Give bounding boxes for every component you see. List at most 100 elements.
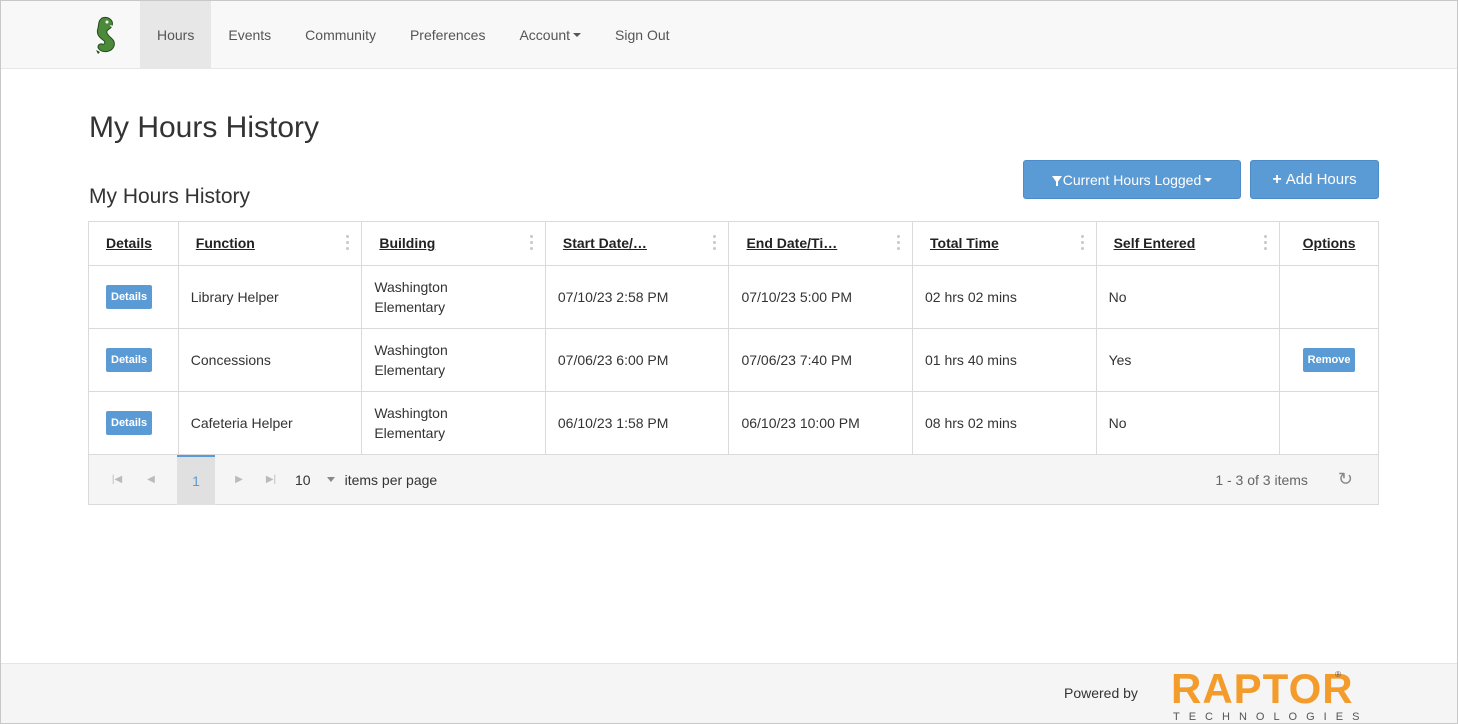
page-size-label: items per page: [344, 471, 438, 488]
cell-end-date: 06/10/23 10:00 PM: [728, 391, 914, 455]
cell-function: Cafeteria Helper: [178, 391, 363, 455]
column-menu-icon[interactable]: [1080, 235, 1084, 250]
building-line: Washington: [374, 278, 448, 295]
nav-hours-label: Hours: [157, 26, 195, 43]
remove-button[interactable]: Remove: [1302, 347, 1356, 372]
nav-sign-out[interactable]: Sign Out: [598, 1, 686, 68]
nav-account-dropdown[interactable]: Account: [502, 1, 598, 68]
table-row: Details Concessions Washington Elementary…: [89, 328, 1378, 392]
nav-preferences-label: Preferences: [409, 26, 486, 43]
column-header-label: Options: [1302, 235, 1356, 252]
column-header-self-entered[interactable]: Self Entered: [1096, 222, 1281, 266]
first-page-icon[interactable]: |◀: [105, 474, 129, 485]
cell-end-date: 07/10/23 5:00 PM: [728, 265, 914, 329]
column-menu-icon[interactable]: [897, 235, 901, 250]
dinosaur-mascot-icon: [96, 17, 115, 54]
cell-function: Concessions: [178, 328, 363, 392]
hours-table: Details Function Building Start Date/… E…: [89, 222, 1378, 455]
nav-events-label: Events: [228, 26, 272, 43]
cell-options: [1279, 391, 1378, 455]
column-menu-icon[interactable]: [713, 235, 717, 250]
hours-grid: Details Function Building Start Date/… E…: [88, 221, 1379, 505]
school-mascot-logo[interactable]: [77, 1, 133, 69]
table-header-row: Details Function Building Start Date/… E…: [89, 222, 1378, 266]
column-header-options[interactable]: Options: [1279, 222, 1378, 266]
filter-icon: [1051, 176, 1062, 186]
section-title: My Hours History: [89, 185, 251, 208]
column-header-label: Building: [379, 235, 436, 252]
refresh-icon[interactable]: ↻: [1338, 469, 1353, 490]
raptor-tagline: TECHNOLOGIES: [1173, 711, 1369, 723]
details-button[interactable]: Details: [106, 284, 153, 309]
cell-total-time: 08 hrs 02 mins: [912, 391, 1097, 455]
details-button[interactable]: Details: [106, 347, 153, 372]
page-number-button[interactable]: 1: [177, 454, 215, 505]
building-line: Washington: [374, 341, 448, 358]
cell-options: Remove: [1279, 328, 1378, 392]
cell-start-date: 07/10/23 2:58 PM: [545, 265, 730, 329]
nav-account-label: Account: [519, 26, 571, 43]
cell-building: Washington Elementary: [361, 391, 546, 455]
cell-options: [1279, 265, 1378, 329]
pager-info: 1 - 3 of 3 items: [1215, 471, 1308, 488]
caret-down-icon: [1204, 177, 1213, 182]
column-menu-icon[interactable]: [1264, 235, 1268, 250]
filter-hours-dropdown-button[interactable]: Current Hours Logged: [1023, 160, 1241, 199]
nav-sign-out-label: Sign Out: [615, 26, 670, 43]
footer: Powered by RAPTOR TECHNOLOGIES ®: [1, 663, 1457, 723]
column-header-label: Details: [106, 235, 152, 252]
column-header-label: End Date/Ti…: [746, 235, 838, 252]
add-hours-button[interactable]: + Add Hours: [1250, 160, 1379, 199]
raptor-logo: RAPTOR TECHNOLOGIES ®: [1171, 665, 1369, 724]
cell-start-date: 07/06/23 6:00 PM: [545, 328, 730, 392]
column-header-start-date[interactable]: Start Date/…: [545, 222, 730, 266]
cell-end-date: 07/06/23 7:40 PM: [728, 328, 914, 392]
column-header-label: Self Entered: [1113, 235, 1196, 252]
building-line: Elementary: [374, 298, 446, 315]
column-header-label: Function: [195, 235, 255, 252]
add-hours-label: Add Hours: [1285, 171, 1357, 188]
prev-page-icon[interactable]: ◀: [139, 474, 163, 485]
raptor-wordmark: RAPTOR: [1171, 665, 1354, 712]
registered-mark: ®: [1335, 670, 1341, 679]
column-header-building[interactable]: Building: [361, 222, 546, 266]
page-title: My Hours History: [89, 111, 320, 144]
cell-building: Washington Elementary: [361, 328, 546, 392]
column-menu-icon[interactable]: [529, 235, 533, 250]
top-navbar: Hours Events Community Preferences Accou…: [1, 1, 1457, 69]
cell-function: Library Helper: [178, 265, 363, 329]
chevron-down-icon: [326, 477, 335, 482]
nav-events[interactable]: Events: [211, 1, 288, 68]
column-header-total-time[interactable]: Total Time: [912, 222, 1097, 266]
cell-total-time: 01 hrs 40 mins: [912, 328, 1097, 392]
pager: |◀ ◀ 1 ▶ ▶| 10 items per page 1 - 3 of 3…: [89, 454, 1378, 505]
last-page-icon[interactable]: ▶|: [259, 474, 283, 485]
cell-self-entered: No: [1096, 265, 1281, 329]
column-menu-icon[interactable]: [346, 235, 350, 250]
cell-building: Washington Elementary: [361, 265, 546, 329]
column-header-details[interactable]: Details: [89, 222, 179, 266]
page-size-value: 10: [295, 471, 311, 488]
building-line: Elementary: [374, 361, 446, 378]
caret-down-icon: [573, 32, 582, 37]
nav-community[interactable]: Community: [288, 1, 393, 68]
powered-by-label: Powered by: [1064, 685, 1138, 701]
column-header-label: Start Date/…: [562, 235, 647, 252]
page-size-select[interactable]: 10: [295, 472, 335, 488]
next-page-icon[interactable]: ▶: [227, 474, 251, 485]
cell-self-entered: No: [1096, 391, 1281, 455]
column-header-end-date[interactable]: End Date/Ti…: [728, 222, 914, 266]
nav-community-label: Community: [305, 26, 376, 43]
cell-details: Details: [89, 328, 179, 392]
cell-total-time: 02 hrs 02 mins: [912, 265, 1097, 329]
nav-preferences[interactable]: Preferences: [393, 1, 502, 68]
column-header-label: Total Time: [930, 235, 999, 252]
cell-self-entered: Yes: [1096, 328, 1281, 392]
details-button[interactable]: Details: [106, 410, 153, 435]
column-header-function[interactable]: Function: [178, 222, 363, 266]
nav-hours[interactable]: Hours: [140, 1, 212, 68]
building-line: Washington: [374, 404, 448, 421]
table-row: Details Library Helper Washington Element…: [89, 265, 1378, 329]
cell-details: Details: [89, 391, 179, 455]
cell-start-date: 06/10/23 1:58 PM: [545, 391, 730, 455]
